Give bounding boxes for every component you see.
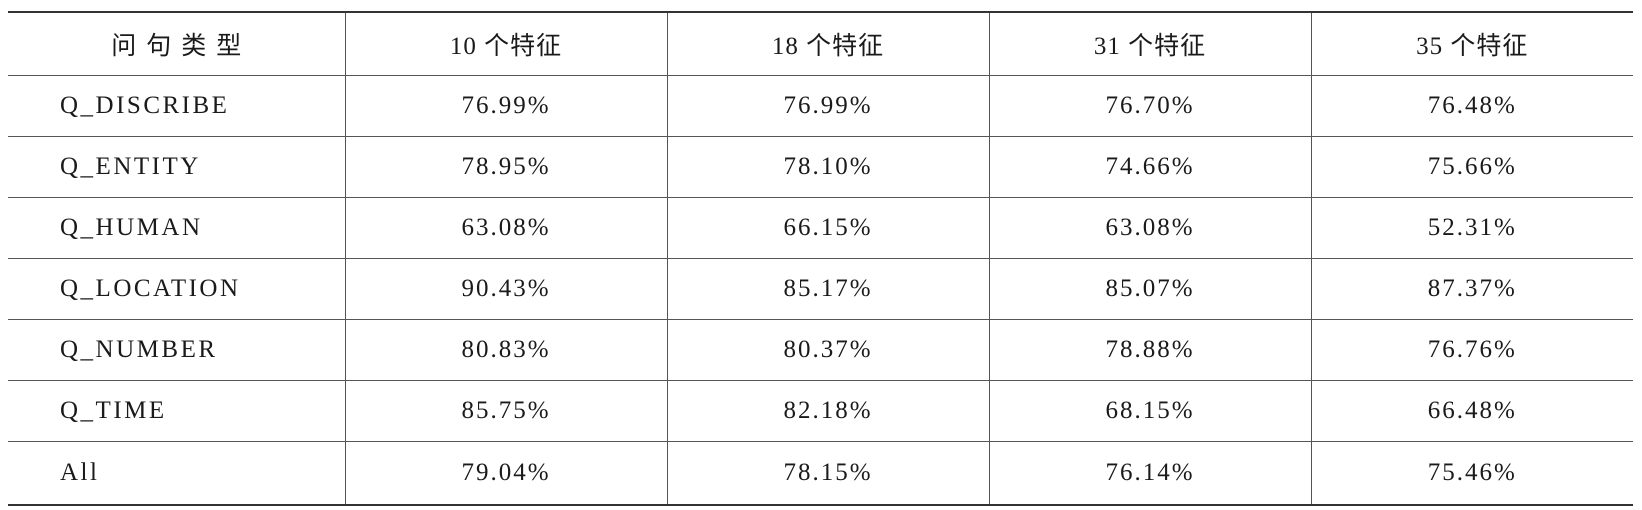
column-header-10-features: 10 个特征	[344, 11, 667, 76]
table-cell: 82.18%	[666, 380, 989, 442]
table-cell: 78.95%	[344, 136, 667, 198]
table-cell: 68.15%	[988, 380, 1311, 442]
table-cell: 85.07%	[988, 258, 1311, 320]
table-row: Q_NUMBER 80.83% 80.37% 78.88% 76.76%	[8, 319, 1633, 381]
table-cell: 87.37%	[1310, 258, 1633, 320]
column-header-18-features: 18 个特征	[666, 11, 989, 76]
table-row: All 79.04% 78.15% 76.14% 75.46%	[8, 441, 1633, 506]
table-cell: 78.15%	[666, 441, 989, 506]
row-label: Q_HUMAN	[8, 197, 345, 259]
row-label: Q_DISCRIBE	[8, 75, 345, 137]
table-cell: 85.17%	[666, 258, 989, 320]
results-table-container: 问句类型 10 个特征 18 个特征 31 个特征 35 个特征 Q_DISCR…	[8, 11, 1633, 506]
table-cell: 74.66%	[988, 136, 1311, 198]
table-cell: 52.31%	[1310, 197, 1633, 259]
table-cell: 85.75%	[344, 380, 667, 442]
table-cell: 66.48%	[1310, 380, 1633, 442]
table-cell: 66.15%	[666, 197, 989, 259]
table-cell: 79.04%	[344, 441, 667, 506]
column-header-35-features: 35 个特征	[1310, 11, 1633, 76]
table-cell: 78.10%	[666, 136, 989, 198]
table-header: 问句类型 10 个特征 18 个特征 31 个特征 35 个特征	[8, 11, 1633, 76]
column-header-31-features: 31 个特征	[988, 11, 1311, 76]
table-cell: 76.76%	[1310, 319, 1633, 381]
table-row: Q_LOCATION 90.43% 85.17% 85.07% 87.37%	[8, 258, 1633, 320]
table-row: Q_DISCRIBE 76.99% 76.99% 76.70% 76.48%	[8, 75, 1633, 137]
table-cell: 80.83%	[344, 319, 667, 381]
row-label: Q_TIME	[8, 380, 345, 442]
table-row: Q_HUMAN 63.08% 66.15% 63.08% 52.31%	[8, 197, 1633, 259]
row-label: Q_NUMBER	[8, 319, 345, 381]
table-cell: 76.99%	[344, 75, 667, 137]
table-cell: 76.14%	[988, 441, 1311, 506]
row-label: All	[8, 441, 345, 506]
column-header-question-type: 问句类型	[8, 11, 345, 76]
table-row: Q_TIME 85.75% 82.18% 68.15% 66.48%	[8, 380, 1633, 442]
table-body: Q_DISCRIBE 76.99% 76.99% 76.70% 76.48% Q…	[8, 75, 1633, 506]
table-cell: 63.08%	[344, 197, 667, 259]
table-cell: 76.99%	[666, 75, 989, 137]
table-cell: 75.46%	[1310, 441, 1633, 506]
table-cell: 76.70%	[988, 75, 1311, 137]
table-cell: 63.08%	[988, 197, 1311, 259]
row-label: Q_LOCATION	[8, 258, 345, 320]
accuracy-table: 问句类型 10 个特征 18 个特征 31 个特征 35 个特征 Q_DISCR…	[8, 11, 1633, 506]
table-cell: 90.43%	[344, 258, 667, 320]
row-label: Q_ENTITY	[8, 136, 345, 198]
table-cell: 75.66%	[1310, 136, 1633, 198]
header-row: 问句类型 10 个特征 18 个特征 31 个特征 35 个特征	[8, 11, 1633, 76]
table-cell: 80.37%	[666, 319, 989, 381]
table-cell: 78.88%	[988, 319, 1311, 381]
table-row: Q_ENTITY 78.95% 78.10% 74.66% 75.66%	[8, 136, 1633, 198]
table-cell: 76.48%	[1310, 75, 1633, 137]
